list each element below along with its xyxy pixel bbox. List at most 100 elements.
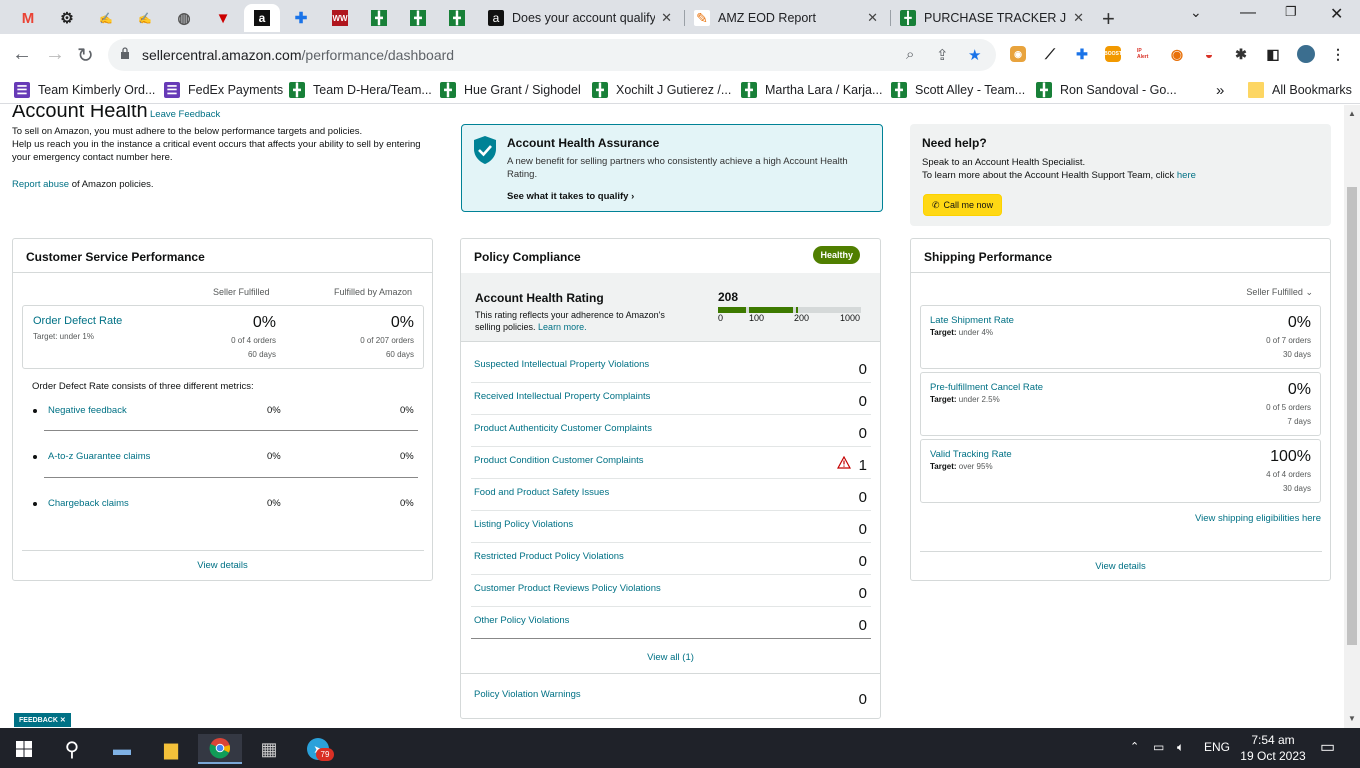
late-shipment-rate-link[interactable]: Late Shipment Rate	[930, 315, 1014, 326]
close-icon[interactable]: ✕	[661, 10, 672, 26]
page-scrollbar[interactable]: ▲ ▼	[1344, 105, 1360, 728]
close-window-icon[interactable]: ✕	[1330, 4, 1343, 24]
file-explorer-icon[interactable]: ▆	[149, 734, 193, 764]
chevron-up-icon[interactable]: ⌃	[1130, 740, 1139, 753]
bookmark-item[interactable]: ╋ Hue Grant / Sighodel	[440, 82, 581, 98]
feedback-tab[interactable]: FEEDBACK ✕	[14, 713, 71, 727]
cancel-rate-link[interactable]: Pre-fulfillment Cancel Rate	[930, 382, 1043, 393]
more-bookmarks-button[interactable]: »	[1216, 82, 1224, 99]
extension-icon[interactable]: ✚	[1074, 46, 1090, 62]
script-icon[interactable]: ✍	[88, 4, 124, 32]
address-bar[interactable]: sellercentral.amazon.com/performance/das…	[108, 39, 996, 71]
bookmark-item[interactable]: ╋ Scott Alley - Team...	[891, 82, 1025, 98]
policy-link[interactable]: Product Authenticity Customer Complaints	[474, 423, 652, 434]
zoom-icon[interactable]: ⌕	[906, 46, 914, 63]
bookmark-item[interactable]: ☰ Team Kimberly Ord...	[14, 82, 155, 98]
forward-icon[interactable]: →	[45, 43, 65, 66]
openai-icon[interactable]: ⚙	[49, 4, 85, 32]
pinterest-icon[interactable]: ▼	[205, 4, 241, 32]
policy-link[interactable]: Received Intellectual Property Complaint…	[474, 391, 650, 402]
chrome-icon[interactable]	[198, 734, 242, 764]
odr-seller-sub: 0 of 4 orders 60 days	[231, 334, 276, 362]
language-indicator[interactable]: ENG	[1204, 740, 1230, 754]
sidepanel-icon[interactable]: ◧	[1265, 46, 1281, 62]
bookmark-item[interactable]: ☰ FedEx Payments	[164, 82, 283, 98]
new-tab-button[interactable]: +	[1102, 6, 1115, 32]
tab-amazon-qualify[interactable]: a Does your account qualify ✕	[480, 4, 680, 32]
support-team-link[interactable]: here	[1177, 170, 1196, 181]
scroll-down-icon[interactable]: ▼	[1348, 714, 1356, 723]
bookmark-item[interactable]: ╋ Team D-Hera/Team...	[289, 82, 432, 98]
tab-eod-report[interactable]: ✎ AMZ EOD Report ✕	[686, 4, 886, 32]
all-bookmarks[interactable]: All Bookmarks	[1248, 82, 1352, 98]
bookmark-item[interactable]: ╋ Ron Sandoval - Go...	[1036, 82, 1177, 98]
pokeball-icon[interactable]: ◒	[1201, 46, 1217, 62]
globe-icon[interactable]: ◍	[166, 4, 202, 32]
network-icon[interactable]: ▭	[1153, 740, 1164, 754]
bookmark-star-icon[interactable]: ★	[968, 46, 981, 64]
close-icon[interactable]: ✕	[1073, 10, 1084, 26]
policy-link[interactable]: Product Condition Customer Complaints	[474, 455, 644, 466]
close-icon[interactable]: ✕	[867, 10, 878, 26]
desktop-icon[interactable]: ▬	[100, 734, 144, 764]
policy-link[interactable]: Food and Product Safety Issues	[474, 487, 609, 498]
policy-warnings-link[interactable]: Policy Violation Warnings	[474, 689, 581, 700]
shipping-eligibilities-link[interactable]: View shipping eligibilities here	[1195, 513, 1321, 524]
valid-tracking-rate-link[interactable]: Valid Tracking Rate	[930, 449, 1012, 460]
scrollbar-thumb[interactable]	[1347, 187, 1357, 645]
cross-icon[interactable]: ✚	[283, 4, 319, 32]
search-icon[interactable]: ⚲	[50, 734, 94, 764]
extension-icon[interactable]: ⟋	[1042, 46, 1058, 62]
sheets-icon[interactable]: ╋	[400, 4, 436, 32]
shipping-view-details-link[interactable]: View details	[911, 561, 1330, 572]
leave-feedback-link[interactable]: Leave Feedback	[150, 109, 220, 120]
system-clock[interactable]: 7:54 am 19 Oct 2023	[1238, 732, 1308, 764]
gmail-icon[interactable]: M	[10, 4, 46, 32]
menu-icon[interactable]: ⋮	[1330, 46, 1346, 62]
calculator-icon[interactable]: ▦	[247, 734, 291, 764]
back-icon[interactable]: ←	[12, 43, 32, 66]
close-icon[interactable]: ✕	[60, 716, 66, 724]
scroll-up-icon[interactable]: ▲	[1348, 109, 1356, 118]
a-to-z-claims-link[interactable]: A-to-z Guarantee claims	[48, 451, 150, 462]
restore-icon[interactable]: ❐	[1285, 4, 1297, 20]
policy-link[interactable]: Customer Product Reviews Policy Violatio…	[474, 583, 661, 594]
call-me-now-button[interactable]: ✆ Call me now	[923, 194, 1002, 216]
negative-feedback-link[interactable]: Negative feedback	[48, 405, 127, 416]
ip-alert-extension-icon[interactable]: IP Alert	[1137, 46, 1153, 62]
tab-search-icon[interactable]: ⌄	[1190, 4, 1202, 21]
cs-view-details-link[interactable]: View details	[13, 560, 432, 571]
share-icon[interactable]: ⇪	[936, 46, 949, 64]
sheets-icon[interactable]: ╋	[361, 4, 397, 32]
script-icon[interactable]: ✍	[127, 4, 163, 32]
bookmark-item[interactable]: ╋ Martha Lara / Karja...	[741, 82, 882, 98]
view-all-link[interactable]: View all (1)	[461, 652, 880, 663]
extension-icon[interactable]: ◉	[1169, 46, 1185, 62]
report-abuse-link[interactable]: Report abuse	[12, 179, 69, 190]
profile-avatar[interactable]	[1297, 45, 1315, 63]
policy-link[interactable]: Listing Policy Violations	[474, 519, 573, 530]
notifications-icon[interactable]: ▭	[1320, 737, 1335, 757]
fulfillment-filter-dropdown[interactable]: Seller Fulfilled ⌄	[1246, 287, 1313, 298]
policy-link[interactable]: Other Policy Violations	[474, 615, 569, 626]
ww-icon[interactable]: WW	[322, 4, 358, 32]
chrome-logo-icon	[209, 738, 231, 759]
minimize-icon[interactable]: —	[1240, 4, 1256, 22]
volume-icon[interactable]: 🔈︎	[1177, 740, 1184, 755]
bookmark-item[interactable]: ╋ Xochilt J Gutierez /...	[592, 82, 731, 98]
qualify-link[interactable]: See what it takes to qualify ›	[507, 191, 634, 202]
boost-extension-icon[interactable]: BOOST	[1104, 46, 1122, 62]
order-defect-rate-link[interactable]: Order Defect Rate	[33, 315, 122, 327]
amazon-icon[interactable]: a	[244, 4, 280, 32]
sheets-icon[interactable]: ╋	[439, 4, 475, 32]
ahr-learn-more-link[interactable]: Learn more.	[538, 322, 587, 332]
tab-purchase-tracker[interactable]: ╋ PURCHASE TRACKER JUN ✕	[892, 4, 1092, 32]
reload-icon[interactable]: ↻	[77, 43, 94, 68]
windows-start-icon[interactable]	[2, 734, 46, 764]
policy-link[interactable]: Restricted Product Policy Violations	[474, 551, 624, 562]
chargeback-claims-link[interactable]: Chargeback claims	[48, 498, 129, 509]
policy-link[interactable]: Suspected Intellectual Property Violatio…	[474, 359, 649, 370]
emergency-contact-link[interactable]: here	[151, 152, 170, 163]
extension-icon[interactable]: ◉	[1010, 46, 1026, 62]
puzzle-icon[interactable]: ✱	[1233, 46, 1249, 62]
